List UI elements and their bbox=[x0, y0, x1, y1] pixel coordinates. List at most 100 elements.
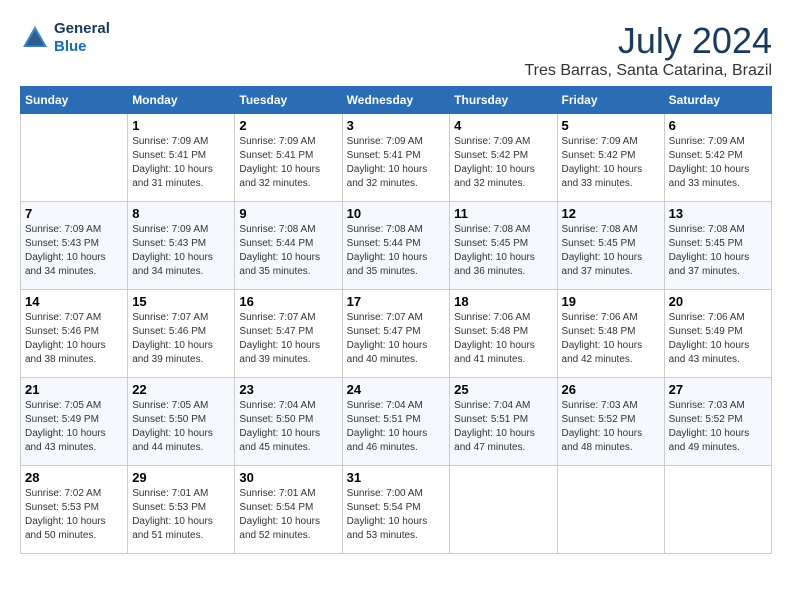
logo: General Blue bbox=[20, 20, 110, 56]
day-number: 19 bbox=[562, 294, 660, 309]
calendar-cell bbox=[21, 114, 128, 202]
day-info: Sunrise: 7:03 AM Sunset: 5:52 PM Dayligh… bbox=[669, 399, 767, 455]
day-number: 16 bbox=[239, 294, 337, 309]
day-info: Sunrise: 7:07 AM Sunset: 5:47 PM Dayligh… bbox=[239, 311, 337, 367]
calendar-week-2: 7 Sunrise: 7:09 AM Sunset: 5:43 PM Daylig… bbox=[21, 202, 772, 290]
calendar-cell: 12 Sunrise: 7:08 AM Sunset: 5:45 PM Dayli… bbox=[557, 202, 664, 290]
calendar-cell bbox=[557, 466, 664, 554]
day-number: 14 bbox=[25, 294, 123, 309]
calendar-cell: 8 Sunrise: 7:09 AM Sunset: 5:43 PM Daylig… bbox=[128, 202, 235, 290]
day-info: Sunrise: 7:07 AM Sunset: 5:46 PM Dayligh… bbox=[25, 311, 123, 367]
calendar-cell: 26 Sunrise: 7:03 AM Sunset: 5:52 PM Dayli… bbox=[557, 378, 664, 466]
day-number: 22 bbox=[132, 382, 230, 397]
day-number: 5 bbox=[562, 118, 660, 133]
calendar-cell: 23 Sunrise: 7:04 AM Sunset: 5:50 PM Dayli… bbox=[235, 378, 342, 466]
calendar-cell: 14 Sunrise: 7:07 AM Sunset: 5:46 PM Dayli… bbox=[21, 290, 128, 378]
day-info: Sunrise: 7:08 AM Sunset: 5:44 PM Dayligh… bbox=[239, 223, 337, 279]
day-number: 8 bbox=[132, 206, 230, 221]
col-tuesday: Tuesday bbox=[235, 87, 342, 114]
col-wednesday: Wednesday bbox=[342, 87, 450, 114]
day-info: Sunrise: 7:05 AM Sunset: 5:49 PM Dayligh… bbox=[25, 399, 123, 455]
day-info: Sunrise: 7:04 AM Sunset: 5:50 PM Dayligh… bbox=[239, 399, 337, 455]
page-header: General Blue July 2024 Tres Barras, Sant… bbox=[20, 20, 772, 80]
day-info: Sunrise: 7:09 AM Sunset: 5:41 PM Dayligh… bbox=[132, 135, 230, 191]
day-number: 31 bbox=[347, 470, 446, 485]
calendar-cell: 4 Sunrise: 7:09 AM Sunset: 5:42 PM Daylig… bbox=[450, 114, 557, 202]
day-number: 4 bbox=[454, 118, 552, 133]
day-number: 6 bbox=[669, 118, 767, 133]
day-number: 9 bbox=[239, 206, 337, 221]
calendar-cell: 15 Sunrise: 7:07 AM Sunset: 5:46 PM Dayli… bbox=[128, 290, 235, 378]
day-info: Sunrise: 7:00 AM Sunset: 5:54 PM Dayligh… bbox=[347, 487, 446, 543]
calendar-cell: 16 Sunrise: 7:07 AM Sunset: 5:47 PM Dayli… bbox=[235, 290, 342, 378]
calendar-cell: 6 Sunrise: 7:09 AM Sunset: 5:42 PM Daylig… bbox=[664, 114, 771, 202]
day-info: Sunrise: 7:08 AM Sunset: 5:45 PM Dayligh… bbox=[454, 223, 552, 279]
day-number: 28 bbox=[25, 470, 123, 485]
day-info: Sunrise: 7:09 AM Sunset: 5:42 PM Dayligh… bbox=[454, 135, 552, 191]
calendar-cell: 5Sunrise: 7:09 AM Sunset: 5:42 PM Daylig… bbox=[557, 114, 664, 202]
day-info: Sunrise: 7:08 AM Sunset: 5:45 PM Dayligh… bbox=[562, 223, 660, 279]
calendar-cell: 24 Sunrise: 7:04 AM Sunset: 5:51 PM Dayli… bbox=[342, 378, 450, 466]
day-info: Sunrise: 7:06 AM Sunset: 5:49 PM Dayligh… bbox=[669, 311, 767, 367]
calendar-week-5: 28 Sunrise: 7:02 AM Sunset: 5:53 PM Dayli… bbox=[21, 466, 772, 554]
calendar-cell bbox=[450, 466, 557, 554]
col-thursday: Thursday bbox=[450, 87, 557, 114]
calendar-cell: 29 Sunrise: 7:01 AM Sunset: 5:53 PM Dayli… bbox=[128, 466, 235, 554]
day-number: 10 bbox=[347, 206, 446, 221]
day-number: 26 bbox=[562, 382, 660, 397]
calendar-cell: 17Sunrise: 7:07 AM Sunset: 5:47 PM Dayli… bbox=[342, 290, 450, 378]
day-info: Sunrise: 7:06 AM Sunset: 5:48 PM Dayligh… bbox=[454, 311, 552, 367]
calendar-cell: 13 Sunrise: 7:08 AM Sunset: 5:45 PM Dayli… bbox=[664, 202, 771, 290]
title-block: July 2024 Tres Barras, Santa Catarina, B… bbox=[525, 20, 773, 80]
col-saturday: Saturday bbox=[664, 87, 771, 114]
logo-line2: Blue bbox=[54, 38, 110, 56]
day-number: 2 bbox=[239, 118, 337, 133]
day-info: Sunrise: 7:05 AM Sunset: 5:50 PM Dayligh… bbox=[132, 399, 230, 455]
calendar-cell: 1 Sunrise: 7:09 AM Sunset: 5:41 PM Daylig… bbox=[128, 114, 235, 202]
day-info: Sunrise: 7:01 AM Sunset: 5:53 PM Dayligh… bbox=[132, 487, 230, 543]
col-monday: Monday bbox=[128, 87, 235, 114]
calendar-week-4: 21 Sunrise: 7:05 AM Sunset: 5:49 PM Dayli… bbox=[21, 378, 772, 466]
calendar-cell: 27 Sunrise: 7:03 AM Sunset: 5:52 PM Dayli… bbox=[664, 378, 771, 466]
day-info: Sunrise: 7:09 AM Sunset: 5:43 PM Dayligh… bbox=[25, 223, 123, 279]
day-info: Sunrise: 7:01 AM Sunset: 5:54 PM Dayligh… bbox=[239, 487, 337, 543]
day-info: Sunrise: 7:08 AM Sunset: 5:45 PM Dayligh… bbox=[669, 223, 767, 279]
day-number: 29 bbox=[132, 470, 230, 485]
day-number: 13 bbox=[669, 206, 767, 221]
day-number: 21 bbox=[25, 382, 123, 397]
header-row: Sunday Monday Tuesday Wednesday Thursday… bbox=[21, 87, 772, 114]
calendar-table: Sunday Monday Tuesday Wednesday Thursday… bbox=[20, 86, 772, 554]
day-info: Sunrise: 7:08 AM Sunset: 5:44 PM Dayligh… bbox=[347, 223, 446, 279]
day-number: 27 bbox=[669, 382, 767, 397]
day-info: Sunrise: 7:07 AM Sunset: 5:46 PM Dayligh… bbox=[132, 311, 230, 367]
day-info: Sunrise: 7:09 AM Sunset: 5:41 PM Dayligh… bbox=[239, 135, 337, 191]
calendar-cell: 10 Sunrise: 7:08 AM Sunset: 5:44 PM Dayli… bbox=[342, 202, 450, 290]
calendar-cell: 21 Sunrise: 7:05 AM Sunset: 5:49 PM Dayli… bbox=[21, 378, 128, 466]
day-number: 7 bbox=[25, 206, 123, 221]
day-number: 12 bbox=[562, 206, 660, 221]
day-number: 25 bbox=[454, 382, 552, 397]
day-number: 23 bbox=[239, 382, 337, 397]
calendar-cell bbox=[664, 466, 771, 554]
col-friday: Friday bbox=[557, 87, 664, 114]
calendar-cell: 9 Sunrise: 7:08 AM Sunset: 5:44 PM Daylig… bbox=[235, 202, 342, 290]
calendar-cell: 31 Sunrise: 7:00 AM Sunset: 5:54 PM Dayli… bbox=[342, 466, 450, 554]
calendar-cell: 2 Sunrise: 7:09 AM Sunset: 5:41 PM Daylig… bbox=[235, 114, 342, 202]
day-number: 15 bbox=[132, 294, 230, 309]
calendar-cell: 20Sunrise: 7:06 AM Sunset: 5:49 PM Dayli… bbox=[664, 290, 771, 378]
day-number: 30 bbox=[239, 470, 337, 485]
logo-icon bbox=[20, 23, 50, 53]
day-number: 1 bbox=[132, 118, 230, 133]
day-info: Sunrise: 7:03 AM Sunset: 5:52 PM Dayligh… bbox=[562, 399, 660, 455]
calendar-cell: 18 Sunrise: 7:06 AM Sunset: 5:48 PM Dayli… bbox=[450, 290, 557, 378]
day-info: Sunrise: 7:09 AM Sunset: 5:41 PM Dayligh… bbox=[347, 135, 446, 191]
day-info: Sunrise: 7:02 AM Sunset: 5:53 PM Dayligh… bbox=[25, 487, 123, 543]
day-info: Sunrise: 7:09 AM Sunset: 5:43 PM Dayligh… bbox=[132, 223, 230, 279]
calendar-cell: 11Sunrise: 7:08 AM Sunset: 5:45 PM Dayli… bbox=[450, 202, 557, 290]
day-info: Sunrise: 7:09 AM Sunset: 5:42 PM Dayligh… bbox=[669, 135, 767, 191]
day-number: 18 bbox=[454, 294, 552, 309]
day-info: Sunrise: 7:04 AM Sunset: 5:51 PM Dayligh… bbox=[347, 399, 446, 455]
logo-line1: General bbox=[54, 20, 110, 38]
day-number: 24 bbox=[347, 382, 446, 397]
calendar-cell: 19Sunrise: 7:06 AM Sunset: 5:48 PM Dayli… bbox=[557, 290, 664, 378]
